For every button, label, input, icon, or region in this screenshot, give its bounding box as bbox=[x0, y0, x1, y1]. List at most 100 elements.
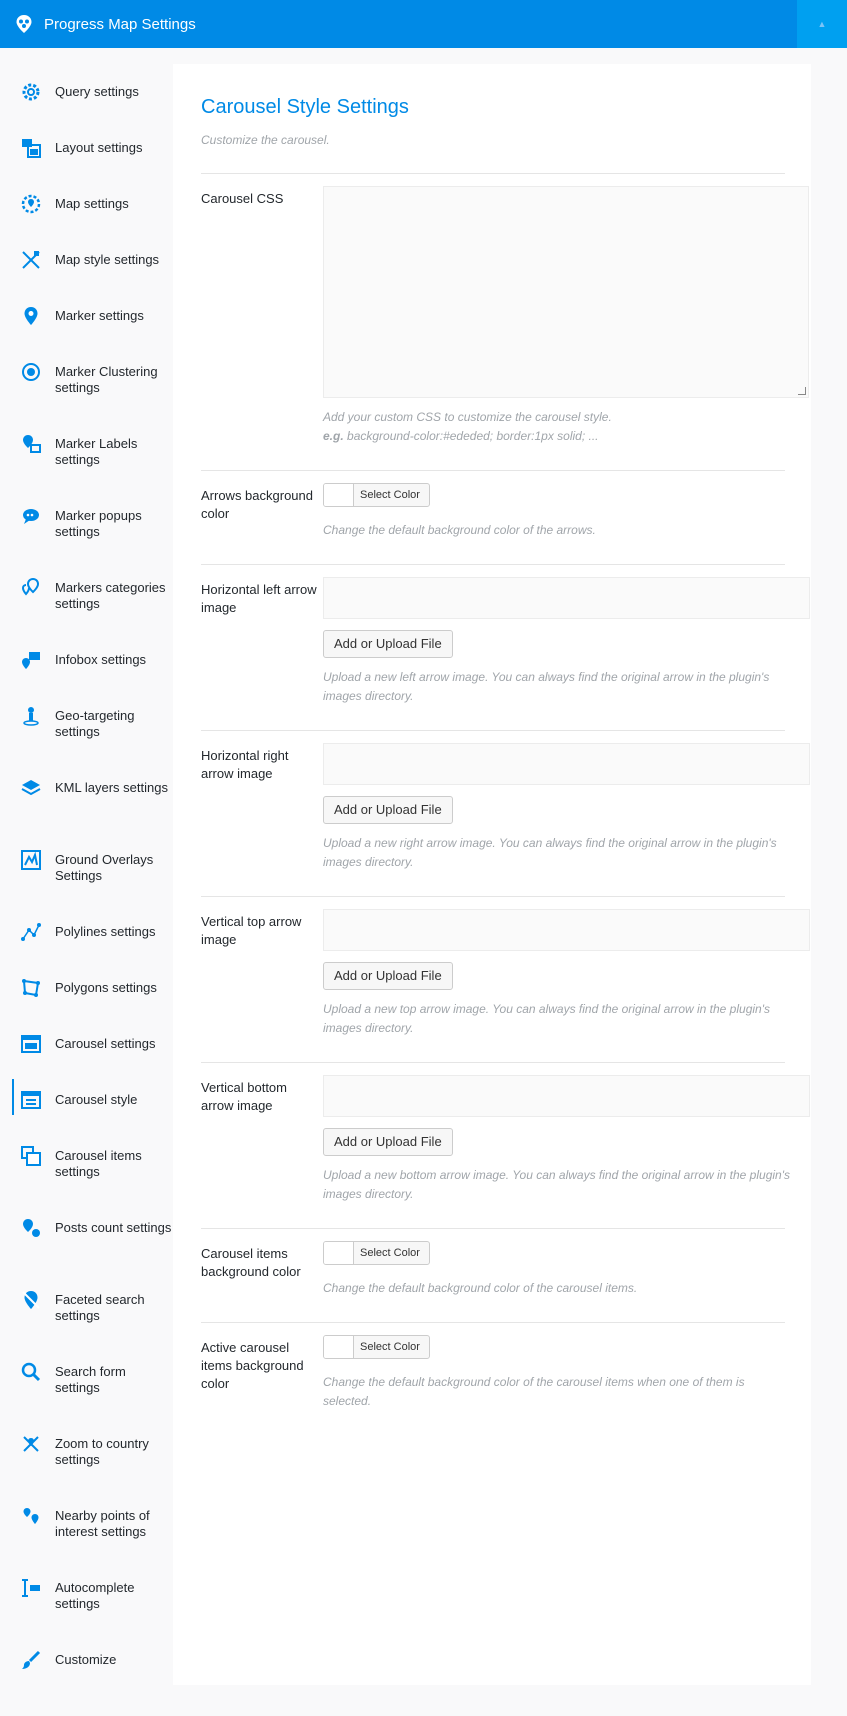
sidebar-item-label: Polylines settings bbox=[55, 924, 156, 939]
map-logo-icon bbox=[13, 13, 35, 35]
sidebar-item-map[interactable]: Map settings bbox=[0, 173, 173, 229]
app-title: Progress Map Settings bbox=[44, 15, 196, 33]
field-label: Vertical top arrow image bbox=[201, 914, 302, 947]
sidebar-item-kml-layers[interactable]: KML layers settings bbox=[0, 757, 173, 829]
faceted-search-icon bbox=[22, 1291, 40, 1309]
upload-file-button[interactable]: Add or Upload File bbox=[323, 962, 453, 990]
field-description-text: Add your custom CSS to customize the car… bbox=[323, 410, 612, 424]
sidebar-item-geo-targeting[interactable]: Geo-targeting settings bbox=[0, 685, 173, 757]
sidebar: Query settings Layout settings Map setti… bbox=[0, 48, 173, 1685]
left-arrow-url-input[interactable] bbox=[323, 577, 810, 619]
sidebar-item-label: Marker popups settings bbox=[55, 508, 142, 539]
bottom-arrow-row: Vertical bottom arrow image Add or Uploa… bbox=[201, 1063, 810, 1229]
sidebar-item-marker-popups[interactable]: Marker popups settings bbox=[0, 485, 173, 557]
carousel-css-row: Carousel CSS Add your custom CSS to cust… bbox=[201, 174, 809, 471]
carousel-icon bbox=[21, 1035, 41, 1053]
collapse-button[interactable]: ▲ bbox=[797, 0, 847, 48]
autocomplete-icon bbox=[22, 1579, 40, 1597]
sidebar-item-label: Faceted search settings bbox=[55, 1292, 145, 1323]
example-label: e.g. bbox=[323, 429, 344, 443]
select-color-label: Select Color bbox=[360, 489, 420, 501]
sidebar-item-customize[interactable]: Customize bbox=[0, 1629, 173, 1685]
sidebar-item-label: Nearby points of interest settings bbox=[55, 1508, 150, 1539]
sidebar-item-carousel[interactable]: Carousel settings bbox=[0, 1013, 173, 1069]
sidebar-item-label: Infobox settings bbox=[55, 652, 147, 667]
polygon-icon bbox=[22, 979, 40, 997]
popup-icon bbox=[23, 509, 39, 524]
sidebar-item-label: Marker Clustering settings bbox=[55, 364, 158, 395]
sidebar-item-label: Marker settings bbox=[55, 308, 144, 323]
field-label: Active carousel items background color bbox=[201, 1340, 304, 1391]
sidebar-item-map-style[interactable]: Map style settings bbox=[0, 229, 173, 285]
upload-file-button[interactable]: Add or Upload File bbox=[323, 630, 453, 658]
sidebar-item-layout[interactable]: Layout settings bbox=[0, 117, 173, 173]
field-description: Upload a new left arrow image. You can a… bbox=[323, 670, 770, 703]
sidebar-item-markers-categories[interactable]: Markers categories settings bbox=[0, 557, 173, 629]
field-description: Upload a new bottom arrow image. You can… bbox=[323, 1168, 790, 1201]
infobox-icon bbox=[22, 652, 40, 669]
sidebar-item-zoom-to-country[interactable]: Zoom to country settings bbox=[0, 1413, 173, 1485]
sidebar-item-label: Geo-targeting settings bbox=[55, 708, 135, 739]
categories-icon bbox=[21, 577, 40, 596]
geo-icon bbox=[23, 707, 39, 726]
sidebar-item-label: Autocomplete settings bbox=[55, 1580, 135, 1611]
sidebar-item-autocomplete[interactable]: Autocomplete settings bbox=[0, 1557, 173, 1629]
chevron-up-icon: ▲ bbox=[817, 19, 827, 29]
sidebar-item-marker-labels[interactable]: Marker Labels settings bbox=[0, 413, 173, 485]
field-description: Change the default background color of t… bbox=[323, 1375, 745, 1408]
right-arrow-url-input[interactable] bbox=[323, 743, 810, 785]
sidebar-item-search-form[interactable]: Search form settings bbox=[0, 1341, 173, 1413]
sidebar-item-label: Carousel items settings bbox=[55, 1148, 142, 1179]
sidebar-item-query[interactable]: Query settings bbox=[0, 61, 173, 117]
items-bg-color-picker[interactable]: Select Color bbox=[323, 1241, 430, 1265]
brush-icon bbox=[22, 1650, 41, 1669]
arrows-bg-row: Arrows background color Select Color Cha… bbox=[201, 471, 785, 565]
field-label: Vertical bottom arrow image bbox=[201, 1080, 287, 1113]
carousel-css-textarea[interactable] bbox=[323, 186, 809, 398]
sidebar-item-polylines[interactable]: Polylines settings bbox=[0, 901, 173, 957]
field-description: Add your custom CSS to customize the car… bbox=[323, 408, 809, 446]
sidebar-item-label: Posts count settings bbox=[55, 1220, 172, 1235]
sidebar-item-label: Carousel settings bbox=[55, 1036, 156, 1051]
search-icon bbox=[21, 1362, 41, 1382]
color-swatch bbox=[324, 484, 354, 506]
sidebar-item-ground-overlays[interactable]: Ground Overlays Settings bbox=[0, 829, 173, 901]
sidebar-item-label: Customize bbox=[55, 1652, 117, 1667]
marker-icon bbox=[24, 307, 38, 325]
layout-icon bbox=[22, 139, 41, 158]
gear-icon bbox=[22, 83, 40, 101]
sidebar-item-label: Marker Labels settings bbox=[55, 436, 138, 467]
field-description: Change the default background color of t… bbox=[323, 1281, 638, 1295]
field-label: Carousel items background color bbox=[201, 1246, 301, 1279]
marker-labels-icon bbox=[23, 435, 41, 453]
active-items-bg-color-picker[interactable]: Select Color bbox=[323, 1335, 430, 1359]
upload-file-button[interactable]: Add or Upload File bbox=[323, 1128, 453, 1156]
posts-count-icon bbox=[23, 1219, 40, 1237]
select-color-label: Select Color bbox=[360, 1247, 420, 1259]
active-items-bg-row: Active carousel items background color S… bbox=[201, 1323, 785, 1435]
map-style-icon bbox=[22, 251, 40, 269]
sidebar-item-marker-clustering[interactable]: Marker Clustering settings bbox=[0, 341, 173, 413]
sidebar-item-carousel-items[interactable]: Carousel items settings bbox=[0, 1125, 173, 1197]
upload-file-button[interactable]: Add or Upload File bbox=[323, 796, 453, 824]
zoom-country-icon bbox=[23, 1436, 39, 1452]
overlay-icon bbox=[21, 850, 41, 870]
sidebar-item-label: Ground Overlays Settings bbox=[55, 852, 154, 883]
sidebar-item-nearby-poi[interactable]: Nearby points of interest settings bbox=[0, 1485, 173, 1557]
top-arrow-url-input[interactable] bbox=[323, 909, 810, 951]
items-bg-row: Carousel items background color Select C… bbox=[201, 1229, 785, 1323]
sidebar-item-posts-count[interactable]: Posts count settings bbox=[0, 1197, 173, 1269]
sidebar-item-infobox[interactable]: Infobox settings bbox=[0, 629, 173, 685]
select-color-label: Select Color bbox=[360, 1341, 420, 1353]
sidebar-item-faceted-search[interactable]: Faceted search settings bbox=[0, 1269, 173, 1341]
sidebar-item-label: Map style settings bbox=[55, 252, 160, 267]
sidebar-item-marker[interactable]: Marker settings bbox=[0, 285, 173, 341]
sidebar-item-carousel-style[interactable]: Carousel style bbox=[0, 1069, 173, 1125]
color-swatch bbox=[324, 1242, 354, 1264]
field-label: Horizontal left arrow image bbox=[201, 582, 317, 615]
arrows-bg-color-picker[interactable]: Select Color bbox=[323, 483, 430, 507]
sidebar-item-polygons[interactable]: Polygons settings bbox=[0, 957, 173, 1013]
top-arrow-row: Vertical top arrow image Add or Upload F… bbox=[201, 897, 810, 1063]
bottom-arrow-url-input[interactable] bbox=[323, 1075, 810, 1117]
field-description: Upload a new top arrow image. You can al… bbox=[323, 1002, 770, 1035]
